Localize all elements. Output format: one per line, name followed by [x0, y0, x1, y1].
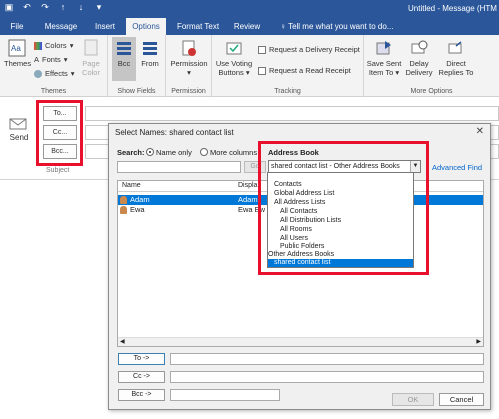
- effects-icon: [34, 69, 42, 78]
- save-sent-item-button[interactable]: Save Sent Item To ▾: [366, 39, 402, 77]
- search-label: Search:: [117, 148, 145, 157]
- dropdown-item-public-folders[interactable]: Public Folders: [268, 243, 413, 251]
- up-icon[interactable]: ↑: [58, 2, 68, 13]
- dropdown-item-rooms[interactable]: All Rooms: [268, 226, 413, 234]
- window-title: Untitled - Message (HTM: [408, 4, 497, 13]
- undo-icon[interactable]: ↶: [22, 2, 32, 13]
- dropdown-item-all-contacts[interactable]: All Contacts: [268, 208, 413, 216]
- search-input[interactable]: [117, 161, 241, 173]
- colors-button[interactable]: Colors ▾: [34, 41, 73, 50]
- ok-button[interactable]: OK: [392, 393, 434, 406]
- more-icon[interactable]: ▾: [94, 2, 104, 13]
- to-add-button[interactable]: To ->: [118, 353, 165, 365]
- from-icon: [143, 42, 157, 55]
- group-label-permission: Permission: [171, 88, 206, 95]
- from-toggle-button[interactable]: From: [138, 39, 162, 68]
- group-label-themes: Themes: [40, 88, 67, 95]
- dropdown-item-global[interactable]: Global Address List: [268, 190, 413, 198]
- person-icon: [120, 196, 127, 204]
- scroll-right-icon[interactable]: ▶: [476, 338, 481, 345]
- dropdown-item-distribution[interactable]: All Distribution Lists: [268, 217, 413, 225]
- group-tracking: Use Voting Buttons ▾ Request a Delivery …: [212, 35, 364, 97]
- name-only-radio[interactable]: Name only: [146, 148, 192, 157]
- svg-text:Aa: Aa: [11, 44, 21, 53]
- bcc-toggle-button[interactable]: Bcc: [112, 37, 136, 81]
- cc-button[interactable]: Cc...: [43, 125, 77, 140]
- group-label-show-fields: Show Fields: [117, 88, 156, 95]
- group-more-options: Save Sent Item To ▾ Delay Delivery Direc…: [364, 35, 499, 97]
- tab-review[interactable]: Review: [230, 18, 264, 35]
- colors-icon: [34, 41, 42, 50]
- effects-button[interactable]: Effects ▾: [34, 69, 75, 78]
- group-themes: Aa Themes Colors ▾ A Fonts ▾ Effects ▾ Page…: [0, 35, 108, 97]
- go-button[interactable]: Go: [244, 161, 266, 173]
- page-color-icon: [84, 39, 98, 56]
- dropdown-item-shared[interactable]: shared contact list: [268, 259, 413, 267]
- fonts-icon: A: [34, 55, 40, 64]
- address-book-dropdown[interactable]: Contacts Global Address List All Address…: [267, 172, 414, 268]
- themes-button[interactable]: Aa Themes: [4, 39, 31, 68]
- voting-icon: [226, 42, 242, 55]
- to-recipients-field[interactable]: [170, 353, 484, 365]
- subject-label: Subject: [46, 167, 70, 174]
- permission-button[interactable]: Permission ▾: [168, 39, 210, 77]
- voting-buttons-button[interactable]: Use Voting Buttons ▾: [214, 39, 254, 77]
- group-label-more-options: More Options: [410, 88, 453, 95]
- bcc-button[interactable]: Bcc...: [43, 144, 77, 159]
- dropdown-item-users[interactable]: All Users: [268, 235, 413, 243]
- tab-options[interactable]: Options: [126, 18, 166, 35]
- permission-icon: [182, 40, 196, 56]
- col-display[interactable]: Displa: [238, 182, 257, 189]
- close-icon[interactable]: ✕: [476, 126, 484, 137]
- tab-format-text[interactable]: Format Text: [172, 18, 224, 35]
- person-icon: [120, 206, 127, 214]
- direct-replies-button[interactable]: Direct Replies To: [436, 39, 476, 77]
- send-button[interactable]: Send: [6, 117, 32, 142]
- dialog-title: Select Names: shared contact list: [115, 128, 234, 137]
- tab-message[interactable]: Message: [40, 18, 82, 35]
- group-show-fields: Bcc From Show Fields: [108, 35, 166, 97]
- ribbon: Aa Themes Colors ▾ A Fonts ▾ Effects ▾ Page…: [0, 35, 499, 97]
- page-color-button[interactable]: Page Color: [78, 39, 104, 77]
- horizontal-scrollbar[interactable]: ◀ ▶: [118, 337, 483, 346]
- group-label-tracking: Tracking: [274, 88, 301, 95]
- cc-recipients-field[interactable]: [170, 371, 484, 383]
- scroll-left-icon[interactable]: ◀: [120, 338, 125, 345]
- to-field[interactable]: [85, 106, 499, 121]
- bcc-recipients-field[interactable]: [170, 389, 280, 401]
- delay-delivery-button[interactable]: Delay Delivery: [404, 39, 434, 77]
- title-bar: ▣ ↶ ↷ ↑ ↓ ▾ Untitled - Message (HTM: [0, 0, 499, 18]
- themes-icon: Aa: [8, 39, 26, 57]
- group-permission: Permission ▾ Permission: [166, 35, 212, 97]
- redo-icon[interactable]: ↷: [40, 2, 50, 13]
- address-book-label: Address Book: [268, 148, 319, 157]
- dropdown-item-other-books[interactable]: Other Address Books: [268, 251, 413, 259]
- cc-add-button[interactable]: Cc ->: [118, 371, 165, 383]
- chevron-down-icon[interactable]: ▼: [410, 161, 420, 172]
- read-receipt-checkbox[interactable]: Request a Read Receipt: [258, 66, 351, 75]
- bcc-add-button[interactable]: Bcc ->: [118, 389, 165, 401]
- fonts-button[interactable]: A Fonts ▾: [34, 55, 68, 64]
- dropdown-item-contacts[interactable]: Contacts: [268, 181, 413, 189]
- down-icon[interactable]: ↓: [76, 2, 86, 13]
- cancel-button[interactable]: Cancel: [439, 393, 484, 406]
- advanced-find-link[interactable]: Advanced Find: [432, 163, 482, 172]
- send-icon: [9, 118, 27, 130]
- tab-insert[interactable]: Insert: [88, 18, 122, 35]
- bcc-icon: [117, 42, 131, 55]
- delay-icon: [411, 40, 428, 54]
- col-name[interactable]: Name: [122, 182, 141, 189]
- ribbon-tabs: File Message Insert Options Format Text …: [0, 18, 499, 35]
- tell-me-search[interactable]: ♀ Tell me what you want to do...: [280, 18, 393, 35]
- tab-file[interactable]: File: [4, 18, 30, 35]
- save-icon[interactable]: ▣: [4, 2, 14, 13]
- delivery-receipt-checkbox[interactable]: Request a Delivery Receipt: [258, 45, 360, 54]
- quick-access-toolbar: ▣ ↶ ↷ ↑ ↓ ▾: [4, 2, 104, 13]
- direct-replies-icon: [448, 41, 462, 54]
- to-button[interactable]: To...: [43, 106, 77, 121]
- more-columns-radio[interactable]: More columns: [200, 148, 257, 157]
- save-sent-icon: [376, 41, 391, 55]
- dropdown-item-all-lists[interactable]: All Address Lists: [268, 199, 413, 207]
